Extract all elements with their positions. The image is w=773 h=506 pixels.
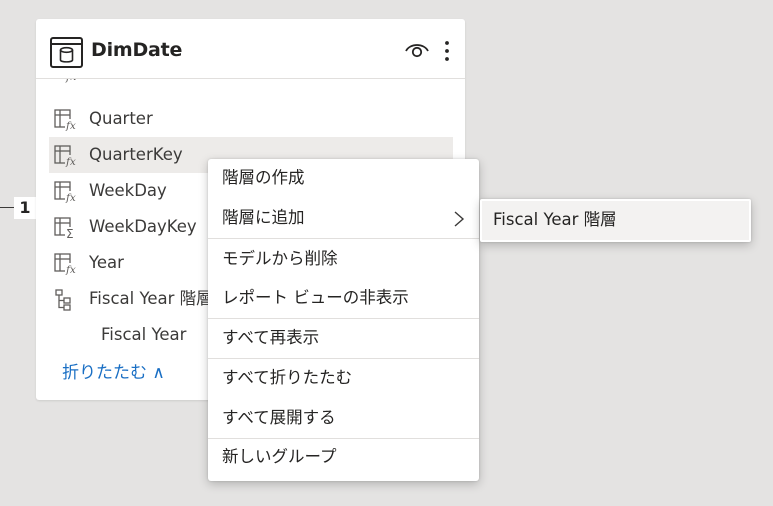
svg-text:fx: fx <box>65 192 76 203</box>
hierarchy-icon <box>55 289 71 311</box>
menu-item-create-hierarchy[interactable]: 階層の作成 <box>208 159 479 197</box>
field-label: Quarter <box>89 109 153 128</box>
collapse-link[interactable]: 折りたたむ ∧ <box>62 361 165 385</box>
menu-item-label: モデルから削除 <box>222 249 338 268</box>
menu-item-label: 新しいグループ <box>222 447 337 466</box>
field-label: Fiscal Year 階層 <box>89 289 213 308</box>
field-label: WeekDayKey <box>89 217 197 236</box>
field-row-quarter[interactable]: fx Quarter <box>49 101 453 137</box>
cardinality-label: 1 <box>14 197 36 219</box>
svg-text:fx: fx <box>65 264 76 275</box>
field-label: Year <box>89 253 124 272</box>
submenu-item-label: Fiscal Year 階層 <box>493 210 617 229</box>
menu-item-label: すべて再表示 <box>222 328 320 347</box>
svg-text:fx: fx <box>65 156 76 167</box>
summarized-column-icon: Σ <box>54 217 78 239</box>
menu-item-label: すべて展開する <box>222 408 336 427</box>
calculated-column-icon: fx <box>54 109 78 131</box>
svg-text:fx: fx <box>65 79 77 83</box>
menu-item-collapse-all[interactable]: すべて折りたたむ <box>208 359 479 397</box>
submenu-add-to-hierarchy[interactable]: Fiscal Year 階層 <box>480 199 751 242</box>
menu-item-delete-from-model[interactable]: モデルから削除 <box>208 240 479 278</box>
table-title: DimDate <box>91 39 183 61</box>
table-icon <box>50 37 83 68</box>
menu-item-new-group[interactable]: 新しいグループ <box>208 438 479 476</box>
calculated-column-icon: fx <box>65 79 77 83</box>
calculated-column-icon: fx <box>54 253 78 275</box>
menu-divider <box>208 238 479 239</box>
chevron-right-icon <box>454 211 465 227</box>
svg-text:Σ: Σ <box>66 227 74 239</box>
context-menu[interactable]: 階層の作成 階層に追加 モデルから削除 レポート ビューの非表示 すべて再表示 … <box>208 159 479 481</box>
menu-item-hide-in-report-view[interactable]: レポート ビューの非表示 <box>208 279 479 317</box>
calculated-column-icon: fx <box>54 181 78 203</box>
relationship-line[interactable] <box>0 207 14 208</box>
menu-item-expand-all[interactable]: すべて展開する <box>208 399 479 437</box>
eye-icon[interactable] <box>404 40 430 60</box>
menu-item-label: 階層に追加 <box>222 208 305 227</box>
submenu-item-fiscal-year-hierarchy[interactable]: Fiscal Year 階層 <box>482 201 749 240</box>
menu-item-label: すべて折りたたむ <box>222 368 353 387</box>
menu-item-label: 階層の作成 <box>222 168 305 187</box>
svg-text:fx: fx <box>65 120 76 131</box>
field-label: Fiscal Year <box>101 325 187 344</box>
menu-item-label: レポート ビューの非表示 <box>222 288 409 307</box>
table-card-header[interactable]: DimDate <box>36 19 465 79</box>
field-label: WeekDay <box>89 181 167 200</box>
field-label: QuarterKey <box>89 145 183 164</box>
calculated-column-icon: fx <box>54 145 78 167</box>
menu-item-unhide-all[interactable]: すべて再表示 <box>208 319 479 357</box>
menu-item-add-to-hierarchy[interactable]: 階層に追加 <box>208 199 479 237</box>
more-icon[interactable] <box>440 39 454 63</box>
